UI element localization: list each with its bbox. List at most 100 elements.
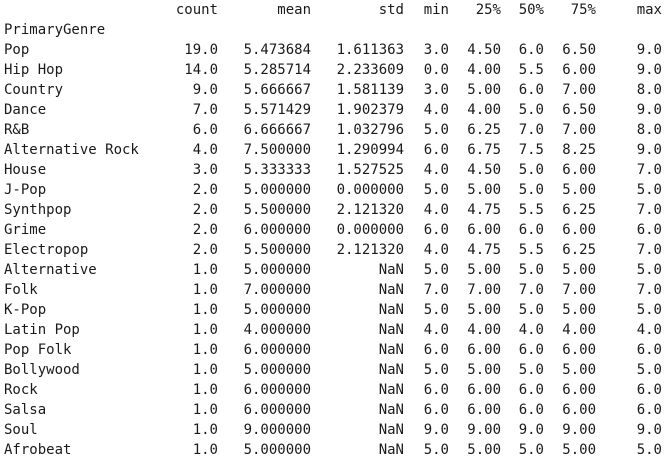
empty-cell [158,20,218,40]
row-index-label: Alternative [4,262,97,278]
table-row: Electropop 2.0 5.500000 2.121320 4.0 4.75 5.5 6… [0,240,662,260]
index-name: PrimaryGenre [4,22,106,38]
column-header-count: count [175,2,218,18]
cell-50pct: 4.0 [518,322,544,338]
cell-min: 3.0 [423,42,449,58]
cell-max: 6.0 [636,402,662,418]
table-row: Dance 7.0 5.571429 1.902379 4.0 4.00 5.0 6.50 9.… [0,100,662,120]
row-index-label: Rock [4,382,38,398]
table-row: Rock 1.0 6.000000 NaN 6.0 6.00 6.0 6.00 6.0 [0,380,662,400]
cell-50pct: 5.0 [518,102,544,118]
column-header-max: max [636,2,662,18]
cell-25pct: 4.00 [467,102,501,118]
column-header-min: min [423,2,449,18]
cell-mean: 5.571429 [243,102,311,118]
cell-min: 9.0 [423,422,449,438]
cell-75pct: 5.00 [562,362,596,378]
row-index-label: Folk [4,282,38,298]
cell-75pct: 6.25 [562,242,596,258]
cell-25pct: 4.75 [467,242,501,258]
table-row: Pop Folk 1.0 6.000000 NaN 6.0 6.00 6.0 6.00 6.0 [0,340,662,360]
row-index-label: Latin Pop [4,322,80,338]
cell-min: 4.0 [423,102,449,118]
cell-min: 6.0 [423,382,449,398]
cell-std: 2.121320 [336,202,404,218]
cell-min: 3.0 [423,82,449,98]
cell-50pct: 7.5 [518,142,544,158]
cell-std: 1.290994 [336,142,404,158]
cell-count: 2.0 [192,182,218,198]
cell-std: NaN [378,422,404,438]
cell-min: 5.0 [423,442,449,458]
table-row: Alternative Rock 4.0 7.500000 1.290994 6.0 6.… [0,140,662,160]
row-index-label: House [4,162,47,178]
cell-std: 0.000000 [336,182,404,198]
row-index-label: Salsa [4,402,47,418]
header-corner [0,0,158,20]
cell-50pct: 5.0 [518,162,544,178]
cell-75pct: 5.00 [562,442,596,458]
empty-cell [449,20,501,40]
cell-max: 7.0 [636,282,662,298]
cell-75pct: 7.00 [562,82,596,98]
cell-25pct: 9.00 [467,422,501,438]
cell-25pct: 5.00 [467,362,501,378]
table-row: Alternative 1.0 5.000000 NaN 5.0 5.00 5.0 5.00 5… [0,260,662,280]
table-row: House 3.0 5.333333 1.527525 4.0 4.50 5.0 6.00 7.… [0,160,662,180]
table-row: R&B 6.0 6.666667 1.032796 5.0 6.25 7.0 7.00 8.0 [0,120,662,140]
cell-75pct: 6.00 [562,222,596,238]
row-index-label: J-Pop [4,182,47,198]
cell-mean: 9.000000 [243,422,311,438]
cell-25pct: 5.00 [467,182,501,198]
cell-mean: 5.000000 [243,362,311,378]
cell-50pct: 5.5 [518,242,544,258]
cell-count: 1.0 [192,402,218,418]
cell-std: 2.121320 [336,242,404,258]
row-index-label: Alternative Rock [4,142,139,158]
cell-mean: 5.473684 [243,42,311,58]
table-row: Synthpop 2.0 5.500000 2.121320 4.0 4.75 5.5 6.2… [0,200,662,220]
cell-mean: 6.000000 [243,222,311,238]
column-header-50pct: 50% [518,2,544,18]
cell-min: 0.0 [423,62,449,78]
table-row: Grime 2.0 6.000000 0.000000 6.0 6.00 6.0 6.00 6.… [0,220,662,240]
cell-count: 2.0 [192,202,218,218]
cell-std: NaN [378,282,404,298]
row-index-label: Country [4,82,64,98]
cell-50pct: 5.5 [518,62,544,78]
cell-mean: 5.000000 [243,302,311,318]
table-body: Pop 19.0 5.473684 1.611363 3.0 4.50 6.0 6.50 9.0… [0,40,662,460]
row-index-label: K-Pop [4,302,47,318]
cell-25pct: 4.00 [467,62,501,78]
cell-std: 0.000000 [336,222,404,238]
cell-min: 5.0 [423,362,449,378]
cell-25pct: 5.00 [467,442,501,458]
cell-count: 1.0 [192,322,218,338]
cell-25pct: 4.50 [467,162,501,178]
cell-std: NaN [378,442,404,458]
table-row: Bollywood 1.0 5.000000 NaN 5.0 5.00 5.0 5.00 5.0 [0,360,662,380]
cell-count: 7.0 [192,102,218,118]
cell-25pct: 4.75 [467,202,501,218]
cell-std: 1.032796 [336,122,404,138]
cell-25pct: 5.00 [467,302,501,318]
cell-max: 7.0 [636,162,662,178]
cell-mean: 4.000000 [243,322,311,338]
cell-mean: 6.000000 [243,342,311,358]
row-index-label: Dance [4,102,47,118]
empty-cell [218,20,311,40]
column-header-row: count mean std min 25% 50% 75% max [0,0,662,20]
row-index-label: Hip Hop [4,62,64,78]
table-row: Latin Pop 1.0 4.000000 NaN 4.0 4.00 4.0 4.00 4.0 [0,320,662,340]
cell-max: 4.0 [636,322,662,338]
cell-std: 1.902379 [336,102,404,118]
cell-count: 1.0 [192,302,218,318]
cell-max: 5.0 [636,302,662,318]
row-index-label: Electropop [4,242,89,258]
cell-min: 4.0 [423,242,449,258]
cell-count: 1.0 [192,342,218,358]
cell-min: 5.0 [423,262,449,278]
row-index-label: R&B [4,122,30,138]
table-row: Afrobeat 1.0 5.000000 NaN 5.0 5.00 5.0 5.00 5.0 [0,440,662,460]
cell-count: 1.0 [192,362,218,378]
